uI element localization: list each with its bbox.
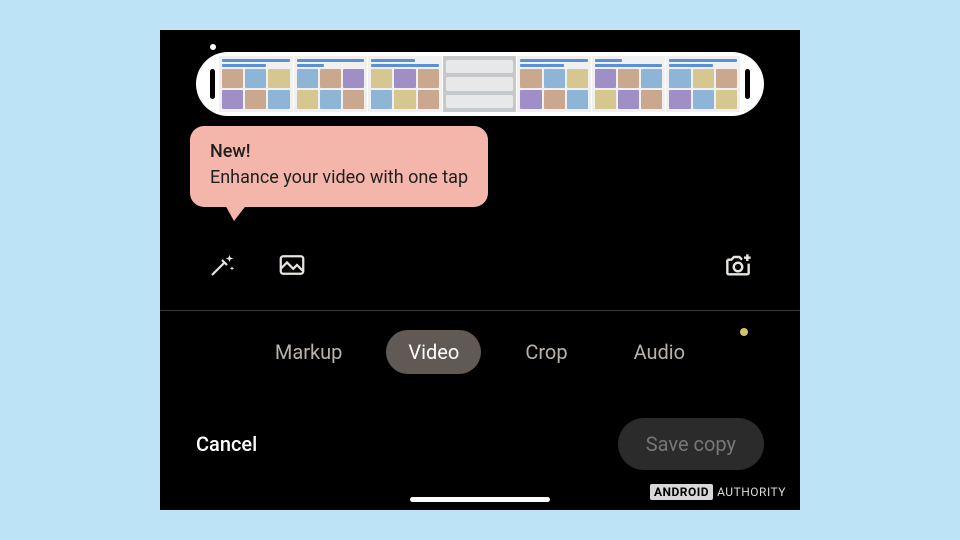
video-editor-screen: New! Enhance your video with one tap [160,30,800,510]
section-divider [160,310,800,311]
watermark: ANDROID AUTHORITY [650,484,786,500]
enhance-tooltip: New! Enhance your video with one tap [190,126,488,207]
trim-handle-right[interactable] [745,69,750,99]
tab-markup[interactable]: Markup [253,330,365,374]
tool-icon-row [160,240,800,290]
scrub-position-marker[interactable] [210,44,216,50]
save-copy-button[interactable]: Save copy [618,418,764,470]
tab-audio[interactable]: Audio [612,330,708,374]
cancel-button[interactable]: Cancel [196,432,257,456]
tooltip-body: Enhance your video with one tap [210,166,468,190]
magic-wand-icon [207,250,237,280]
enhance-button[interactable] [196,243,248,287]
tooltip-title: New! [210,140,468,164]
audio-new-indicator [740,328,748,336]
timeline-frames[interactable] [219,56,741,112]
watermark-suffix: AUTHORITY [717,485,786,499]
watermark-brand: ANDROID [650,484,713,500]
tab-video[interactable]: Video [386,330,481,374]
video-timeline-filmstrip[interactable] [196,52,764,116]
home-indicator[interactable] [410,497,550,502]
frame-photo-button[interactable] [266,243,318,287]
bottom-action-bar: Cancel Save copy [160,418,800,470]
tab-crop[interactable]: Crop [503,330,589,374]
trim-handle-left[interactable] [210,69,215,99]
export-frame-button[interactable] [712,243,764,287]
frame-photo-icon [277,250,307,280]
camera-plus-icon [722,249,754,281]
edit-mode-tabs: Markup Video Crop Audio [160,330,800,374]
